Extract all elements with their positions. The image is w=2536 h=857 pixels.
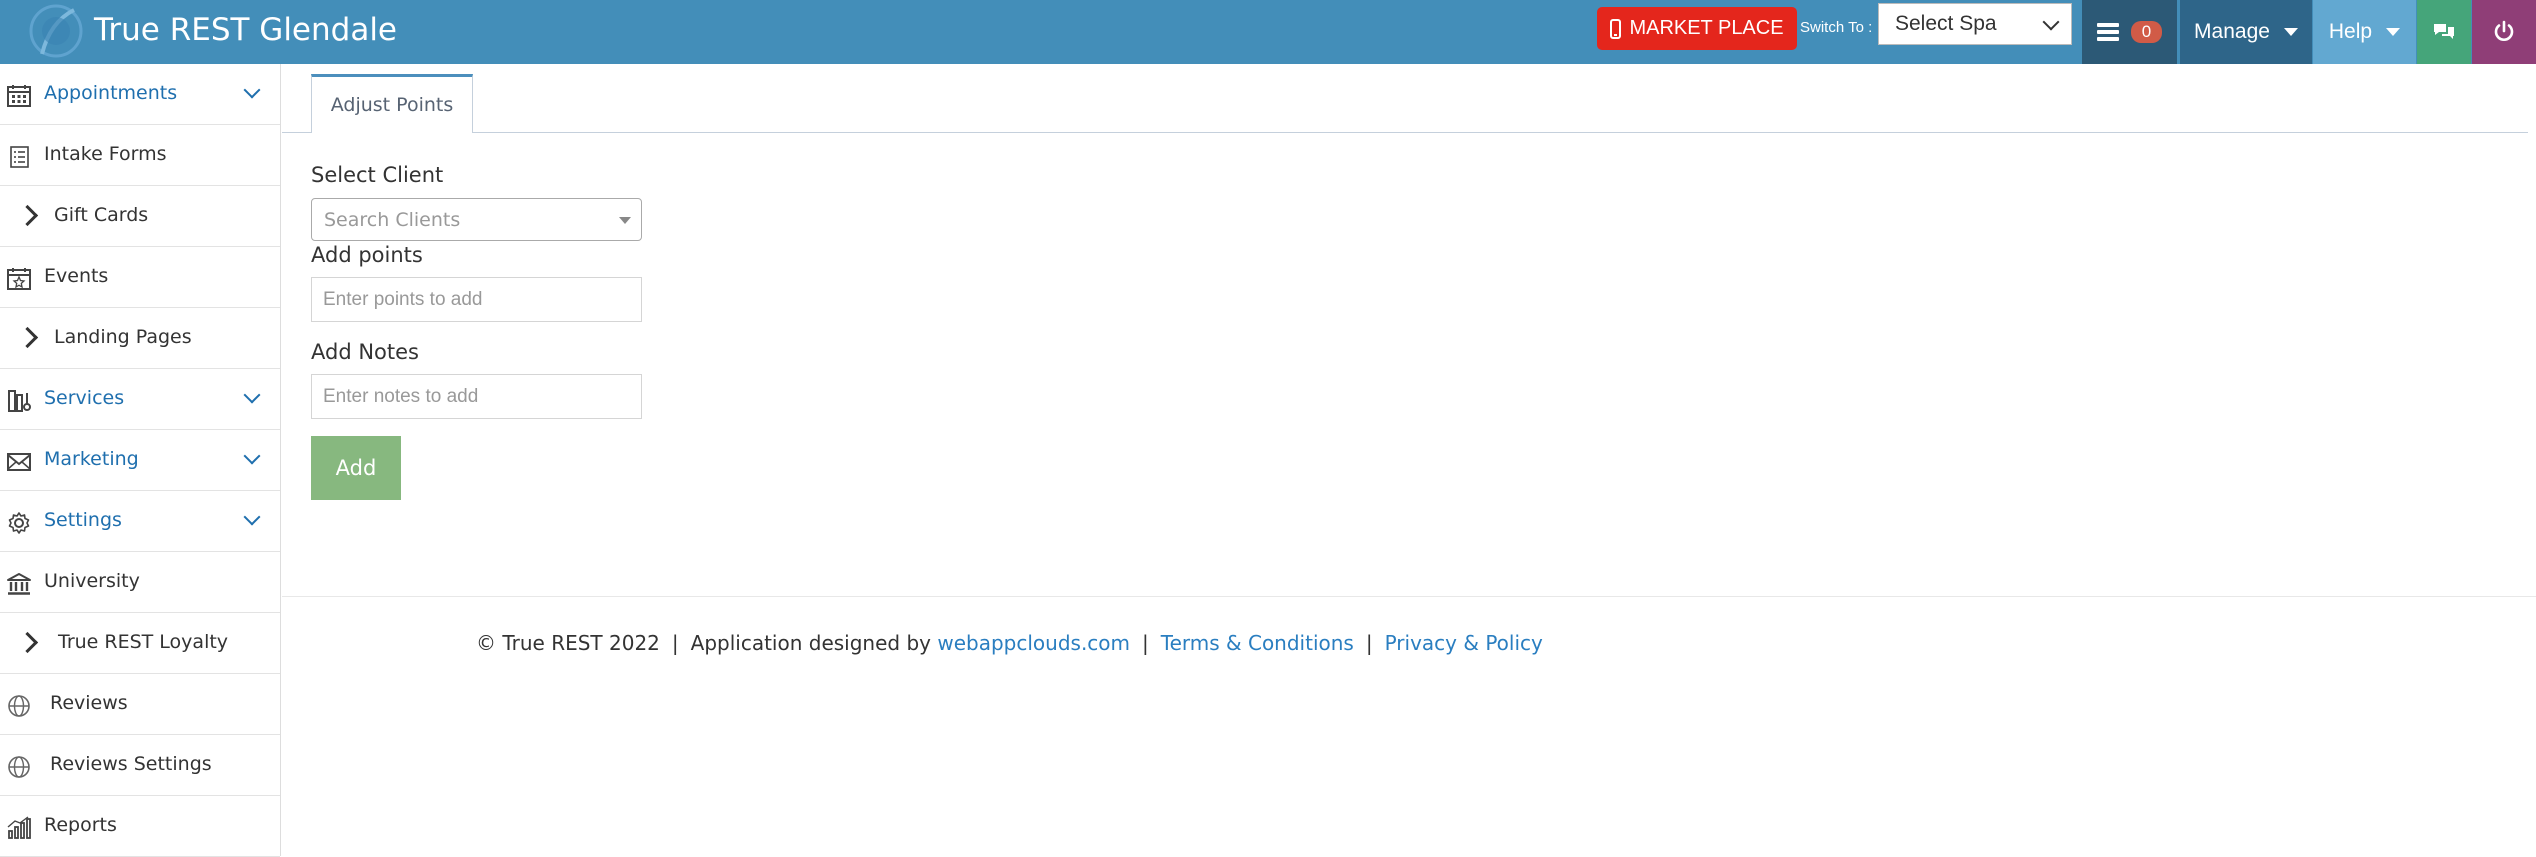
chevron-down-icon <box>243 508 261 526</box>
sidebar-item-intake-forms[interactable]: Intake Forms <box>0 125 280 186</box>
manage-label: Manage <box>2194 20 2270 43</box>
designer-link[interactable]: webappclouds.com <box>937 631 1130 655</box>
sidebar-item-true-rest-loyalty[interactable]: True REST Loyalty <box>0 613 280 674</box>
sidebar-item-label: Settings <box>44 509 122 531</box>
envelope-icon <box>7 453 31 471</box>
chevron-down-icon <box>243 386 261 404</box>
bar-chart-icon <box>7 816 31 839</box>
market-place-label: MARKET PLACE <box>1629 17 1784 39</box>
spa-select[interactable]: Select Spa <box>1878 3 2072 45</box>
sidebar-item-reports[interactable]: Reports <box>0 796 280 857</box>
sidebar-item-label: Reviews Settings <box>50 753 212 775</box>
switch-to-label: Switch To : <box>1800 19 1873 36</box>
points-input[interactable]: Enter points to add <box>311 277 642 322</box>
notifications-button[interactable]: 0 <box>2082 0 2177 64</box>
logout-button[interactable] <box>2472 0 2536 64</box>
notes-placeholder: Enter notes to add <box>323 385 479 407</box>
chevron-right-icon <box>16 204 39 227</box>
sidebar-item-appointments[interactable]: Appointments <box>0 64 280 125</box>
caret-down-icon <box>2283 28 2298 36</box>
notification-count-badge: 0 <box>2130 21 2163 43</box>
chevron-right-icon <box>16 326 39 349</box>
sidebar-item-marketing[interactable]: Marketing <box>0 430 280 491</box>
client-search-select[interactable]: Search Clients <box>311 198 642 241</box>
services-icon <box>8 390 31 412</box>
tasks-list-icon <box>2096 23 2119 41</box>
help-label: Help <box>2328 20 2373 43</box>
sidebar-item-label: Landing Pages <box>54 326 192 348</box>
tab-adjust-points[interactable]: Adjust Points <box>311 74 473 133</box>
sidebar-item-services[interactable]: Services <box>0 369 280 430</box>
manage-menu-button[interactable]: Manage <box>2180 0 2312 64</box>
footer-separator: | <box>1365 631 1373 655</box>
footer-separator: | <box>671 631 679 655</box>
sidebar-item-label: Appointments <box>44 82 178 104</box>
chat-bubbles-icon <box>2434 24 2454 39</box>
top-navbar: True REST Glendale MARKET PLACE Switch T… <box>0 0 2536 64</box>
chevron-right-icon <box>16 631 39 654</box>
terms-link[interactable]: Terms & Conditions <box>1161 631 1354 655</box>
add-button[interactable]: Add <box>311 436 401 500</box>
chevron-down-icon <box>243 447 261 465</box>
chevron-down-icon <box>243 81 261 99</box>
points-placeholder: Enter points to add <box>323 288 483 310</box>
spa-select-value: Select Spa <box>1895 12 1997 35</box>
sidebar-item-label: Marketing <box>44 448 139 470</box>
client-search-placeholder: Search Clients <box>324 208 461 231</box>
sidebar-item-gift-cards[interactable]: Gift Cards <box>0 186 280 247</box>
sidebar-item-label: Intake Forms <box>44 143 167 165</box>
power-icon <box>2494 20 2514 41</box>
chevron-down-icon <box>2042 13 2060 31</box>
add-notes-label: Add Notes <box>311 340 419 364</box>
caret-down-icon <box>619 217 631 224</box>
sidebar-item-university[interactable]: University <box>0 552 280 613</box>
gear-icon <box>8 512 30 534</box>
globe-icon <box>8 756 30 778</box>
tab-bar-divider <box>282 132 2528 133</box>
chat-button[interactable] <box>2417 0 2471 64</box>
footer-divider <box>282 596 2536 597</box>
sidebar-item-label: Gift Cards <box>54 204 149 226</box>
privacy-link[interactable]: Privacy & Policy <box>1385 631 1543 655</box>
sidebar-item-label: Reviews <box>50 692 128 714</box>
market-place-button[interactable]: MARKET PLACE <box>1597 7 1797 50</box>
add-points-label: Add points <box>311 243 423 267</box>
calendar-star-icon <box>7 268 31 290</box>
caret-down-icon <box>2386 28 2401 36</box>
copyright-text: © True REST 2022 <box>476 631 660 655</box>
sidebar-item-label: Services <box>44 387 125 409</box>
sidebar-item-settings[interactable]: Settings <box>0 491 280 552</box>
sidebar-item-reviews[interactable]: Reviews <box>0 674 280 735</box>
footer: © True REST 2022 | Application designed by… <box>476 630 1543 656</box>
brand-title[interactable]: True REST Glendale <box>94 10 397 50</box>
bank-icon <box>7 573 31 595</box>
notes-input[interactable]: Enter notes to add <box>311 374 642 419</box>
sidebar-item-events[interactable]: Events <box>0 247 280 308</box>
sidebar-item-label: Reports <box>44 814 117 836</box>
help-menu-button[interactable]: Help <box>2313 0 2416 64</box>
sidebar-item-label: University <box>44 570 140 592</box>
select-client-label: Select Client <box>311 163 444 187</box>
designed-by-text: Application designed by <box>690 631 931 655</box>
mobile-phone-icon <box>1610 18 1622 39</box>
footer-separator: | <box>1142 631 1149 655</box>
sidebar-item-reviews-settings[interactable]: Reviews Settings <box>0 735 280 796</box>
globe-icon <box>8 695 30 717</box>
sidebar-item-landing-pages[interactable]: Landing Pages <box>0 308 280 369</box>
calendar-icon <box>7 85 31 107</box>
sidebar-item-label: Events <box>44 265 109 287</box>
form-icon <box>10 146 29 168</box>
brand-logo-icon <box>29 4 83 58</box>
sidebar-item-label: True REST Loyalty <box>58 631 229 653</box>
sidebar: Appointments Intake Forms Gift Cards Eve… <box>0 64 281 857</box>
